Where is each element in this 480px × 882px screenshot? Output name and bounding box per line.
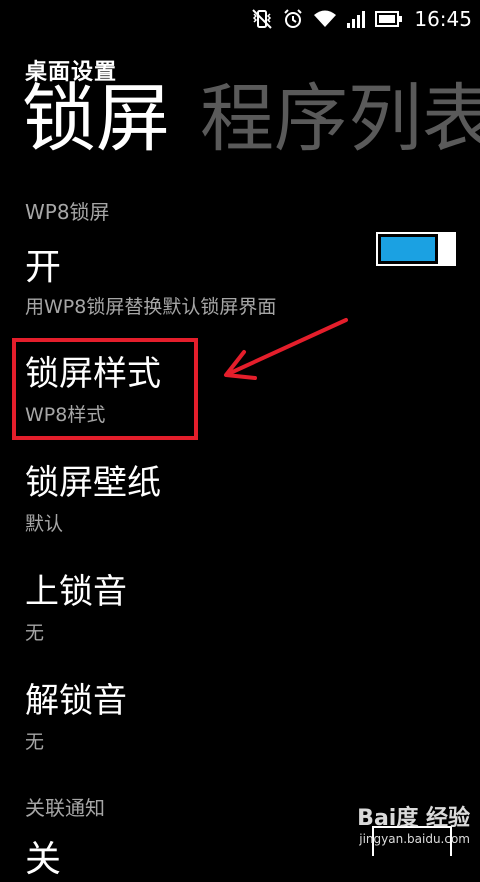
- status-clock: 16:45: [414, 7, 472, 31]
- watermark-logo: Bai度 经验: [357, 806, 470, 831]
- linked-notifications-label: 关联通知: [25, 796, 105, 820]
- battery-icon: [375, 10, 403, 28]
- tab-lockscreen[interactable]: 锁屏: [22, 76, 170, 162]
- setting-lockscreen-wallpaper[interactable]: 锁屏壁纸 默认: [25, 463, 161, 535]
- setting-value: 无: [25, 731, 45, 753]
- annotation-highlight-box: [12, 338, 198, 440]
- annotation-arrow-icon: [224, 318, 348, 380]
- status-bar: 16:45: [0, 0, 480, 38]
- wp8-lockscreen-toggle[interactable]: [376, 232, 456, 266]
- pivot-header: 锁屏 程序列表: [22, 82, 480, 156]
- tab-app-list[interactable]: 程序列表: [200, 76, 480, 162]
- alarm-icon: [282, 8, 304, 30]
- toggle-fill: [381, 237, 435, 261]
- setting-lock-sound[interactable]: 上锁音 无: [25, 572, 127, 644]
- wifi-icon: [313, 9, 337, 29]
- setting-title: 锁屏壁纸: [25, 463, 161, 503]
- wp8-lockscreen-state: 开: [25, 247, 62, 288]
- setting-value: 无: [25, 622, 45, 644]
- setting-title: 上锁音: [25, 572, 127, 612]
- linked-notifications-state: 关: [25, 839, 62, 880]
- setting-value: 默认: [25, 513, 64, 535]
- setting-unlock-sound[interactable]: 解锁音 无: [25, 681, 127, 753]
- signal-icon: [346, 9, 366, 29]
- watermark: Bai度 经验 jingyan.baidu.com: [357, 800, 470, 846]
- wp8-lockscreen-label: WP8锁屏: [25, 200, 110, 224]
- vibrate-muted-icon: [251, 8, 273, 30]
- watermark-url: jingyan.baidu.com: [359, 832, 470, 846]
- setting-title: 解锁音: [25, 681, 127, 721]
- toggle-thumb[interactable]: [438, 232, 456, 266]
